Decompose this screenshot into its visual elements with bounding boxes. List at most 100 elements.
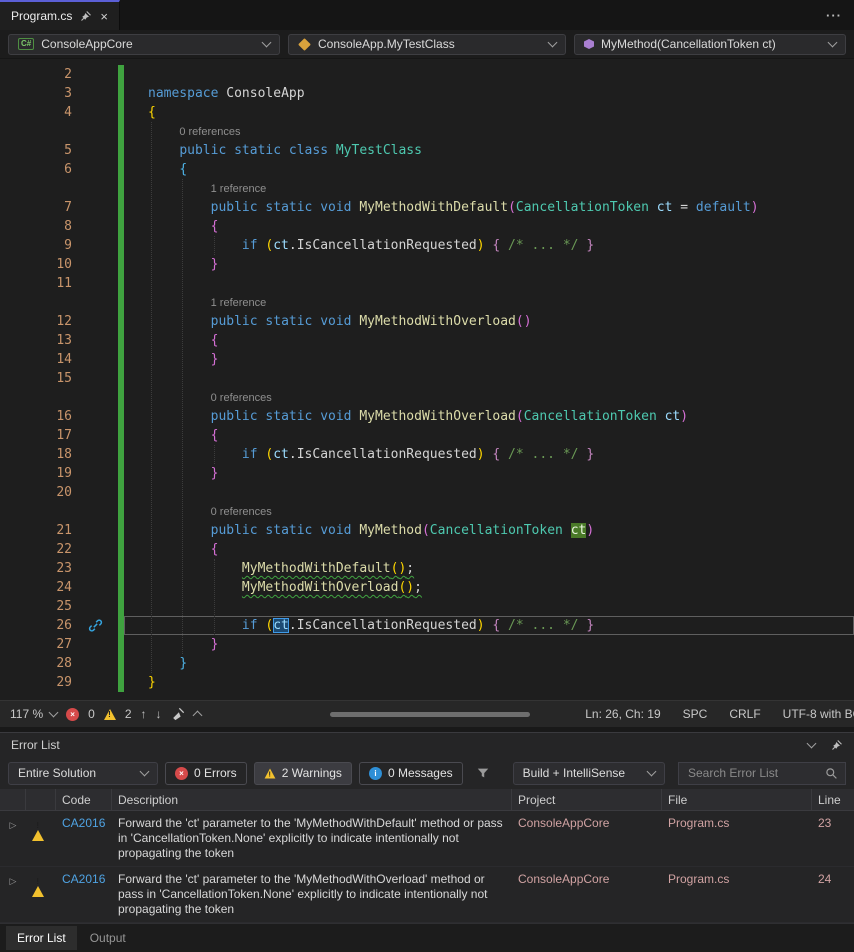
token: MyMethod (359, 523, 422, 538)
error-count-icon[interactable]: × (66, 708, 79, 721)
codelens-references-link[interactable]: 0 references (211, 503, 272, 522)
codelens-row[interactable]: 0 references (0, 122, 854, 141)
code-line[interactable]: 4{ (0, 103, 854, 122)
member-dropdown[interactable]: MyMethod(CancellationToken ct) (574, 34, 846, 55)
code-line[interactable]: 11 (0, 274, 854, 293)
search-icon[interactable] (825, 767, 838, 780)
code-line[interactable]: 5 public static class MyTestClass (0, 141, 854, 160)
codelens-row[interactable]: 1 reference (0, 179, 854, 198)
caret-position[interactable]: Ln: 26, Ch: 19 (585, 707, 660, 721)
error-list-toolbar: Entire Solution × 0 Errors 2 Warnings i … (0, 757, 854, 789)
warnings-filter-button[interactable]: 2 Warnings (254, 762, 352, 785)
header-severity-column (26, 789, 56, 810)
codelens-references-link[interactable]: 0 references (179, 123, 240, 142)
code-line[interactable]: 23 MyMethodWithDefault(); (0, 559, 854, 578)
tab-output[interactable]: Output (79, 926, 137, 950)
file-encoding[interactable]: UTF-8 with BOM (783, 707, 854, 721)
header-code[interactable]: Code (56, 789, 112, 810)
project-dropdown[interactable]: C# ConsoleAppCore (8, 34, 280, 55)
glyph-margin (72, 350, 118, 369)
code-line[interactable]: 3namespace ConsoleApp (0, 84, 854, 103)
code-line[interactable]: 10 } (0, 255, 854, 274)
code-line[interactable]: 13 { (0, 331, 854, 350)
row-expander-icon[interactable]: ▷ (0, 815, 26, 834)
code-line[interactable]: 19 } (0, 464, 854, 483)
code-line[interactable]: 7 public static void MyMethodWithDefault… (0, 198, 854, 217)
token (148, 656, 179, 671)
code-text: public static void MyMethodWithOverload(… (124, 407, 854, 426)
header-line[interactable]: Line (812, 789, 854, 810)
margin-link-icon[interactable] (72, 616, 118, 635)
filter-icon[interactable] (476, 766, 490, 780)
code-line[interactable]: 2 (0, 65, 854, 84)
code-line[interactable]: 28 } (0, 654, 854, 673)
messages-filter-button[interactable]: i 0 Messages (359, 762, 463, 785)
error-list-row[interactable]: ▷CA2016Forward the 'ct' parameter to the… (0, 811, 854, 867)
code-line[interactable]: 25 (0, 597, 854, 616)
code-line[interactable]: 24 MyMethodWithOverload(); (0, 578, 854, 597)
codelens-references-link[interactable]: 1 reference (211, 180, 267, 199)
close-icon[interactable]: × (100, 10, 108, 23)
code-line[interactable]: 27 } (0, 635, 854, 654)
warning-count[interactable]: 2 (125, 707, 132, 721)
glyph-margin (72, 369, 118, 388)
code-line[interactable]: 15 (0, 369, 854, 388)
pin-icon[interactable] (80, 10, 92, 22)
pin-icon[interactable] (831, 739, 843, 751)
header-expander-column (0, 789, 26, 810)
header-project[interactable]: Project (512, 789, 662, 810)
row-expander-icon[interactable]: ▷ (0, 871, 26, 890)
code-line[interactable]: 29} (0, 673, 854, 692)
status-right-group: Ln: 26, Ch: 19 SPC CRLF UTF-8 with BOM (585, 701, 854, 727)
source-dropdown[interactable]: Build + IntelliSense (513, 762, 665, 785)
code-text: } (124, 673, 854, 692)
header-description[interactable]: Description (112, 789, 512, 810)
code-line[interactable]: 17 { (0, 426, 854, 445)
token: ) (751, 200, 759, 215)
tab-program-cs[interactable]: Program.cs × (0, 0, 120, 30)
code-line[interactable]: 12 public static void MyMethodWithOverlo… (0, 312, 854, 331)
codelens-references-link[interactable]: 0 references (211, 389, 272, 408)
code-editor[interactable]: 23namespace ConsoleApp4{0 references5 pu… (0, 59, 854, 700)
next-issue-icon[interactable]: ↓ (156, 707, 162, 721)
code-line[interactable]: 18 if (ct.IsCancellationRequested) { /* … (0, 445, 854, 464)
class-dropdown[interactable]: ConsoleApp.MyTestClass (288, 34, 566, 55)
code-line[interactable]: 8 { (0, 217, 854, 236)
error-code-link[interactable]: CA2016 (56, 815, 112, 832)
scope-dropdown[interactable]: Entire Solution (8, 762, 158, 785)
code-cleanup-broom-icon[interactable] (171, 707, 185, 721)
tab-error-list[interactable]: Error List (6, 926, 77, 950)
error-code-link[interactable]: CA2016 (56, 871, 112, 888)
header-file[interactable]: File (662, 789, 812, 810)
code-line[interactable]: 21 public static void MyMethod(Cancellat… (0, 521, 854, 540)
codelens-row[interactable]: 1 reference (0, 293, 854, 312)
warning-count-icon[interactable] (104, 709, 116, 720)
horizontal-scrollbar-thumb[interactable] (330, 712, 530, 717)
expand-health-indicator-icon[interactable] (192, 711, 202, 721)
search-input[interactable] (686, 765, 819, 781)
errors-filter-button[interactable]: × 0 Errors (165, 762, 247, 785)
more-options-icon[interactable]: ··· (814, 8, 854, 23)
code-text: MyMethodWithDefault(); (124, 559, 854, 578)
code-line[interactable]: 26 if (ct.IsCancellationRequested) { /* … (0, 616, 854, 635)
code-line[interactable]: 20 (0, 483, 854, 502)
code-line[interactable]: 22 { (0, 540, 854, 559)
line-ending[interactable]: CRLF (729, 707, 760, 721)
code-line[interactable]: 14 } (0, 350, 854, 369)
error-count[interactable]: 0 (88, 707, 95, 721)
token (657, 409, 665, 424)
zoom-control[interactable]: 117 % (10, 707, 57, 721)
window-position-chevron-icon[interactable] (807, 739, 817, 749)
codelens-references-link[interactable]: 1 reference (211, 294, 267, 313)
codelens-row[interactable]: 0 references (0, 502, 854, 521)
token: ) (406, 580, 414, 595)
indentation-mode[interactable]: SPC (683, 707, 708, 721)
code-line[interactable]: 6 { (0, 160, 854, 179)
glyph-margin (72, 578, 118, 597)
error-list-row[interactable]: ▷CA2016Forward the 'ct' parameter to the… (0, 867, 854, 923)
line-number: 21 (0, 521, 72, 540)
code-line[interactable]: 9 if (ct.IsCancellationRequested) { /* .… (0, 236, 854, 255)
codelens-row[interactable]: 0 references (0, 388, 854, 407)
code-line[interactable]: 16 public static void MyMethodWithOverlo… (0, 407, 854, 426)
previous-issue-icon[interactable]: ↑ (141, 707, 147, 721)
